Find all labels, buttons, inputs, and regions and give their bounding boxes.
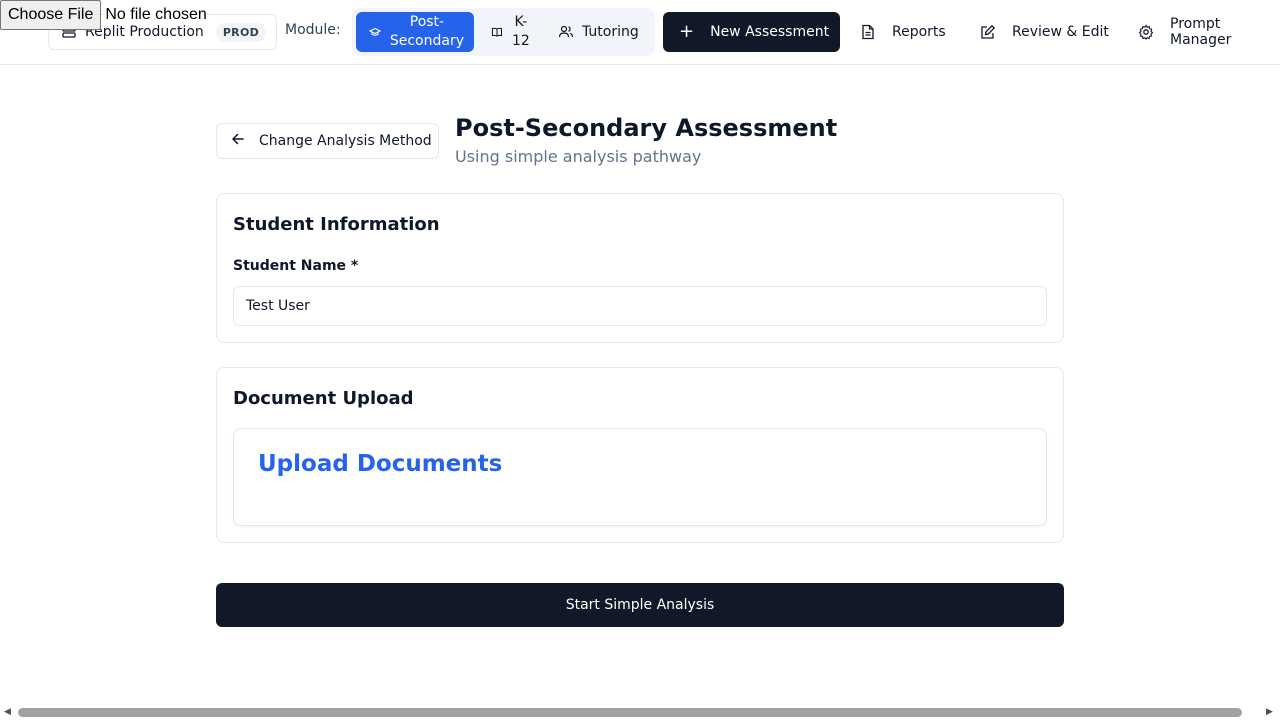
graduation-cap-icon bbox=[368, 25, 382, 39]
nav-review-edit-label: Review & Edit bbox=[1012, 24, 1109, 40]
module-switcher: Post- Secondary K- 12 Tutoring bbox=[352, 8, 655, 56]
choose-file-button[interactable]: Choose File bbox=[0, 0, 102, 30]
scrollbar-thumb[interactable] bbox=[18, 708, 1242, 717]
page-subtitle: Using simple analysis pathway bbox=[455, 147, 702, 166]
module-tab-tutoring-label: Tutoring bbox=[582, 24, 639, 40]
module-tab-post-secondary-text: Post- Secondary bbox=[390, 13, 474, 51]
gear-icon bbox=[1138, 24, 1154, 40]
nav-prompt-manager[interactable]: Prompt Manager bbox=[1138, 12, 1280, 52]
users-icon bbox=[558, 24, 574, 40]
module-tab-label-line2: Secondary bbox=[389, 33, 464, 49]
module-tab-label-line1: K- bbox=[514, 14, 528, 30]
module-tab-tutoring[interactable]: Tutoring bbox=[548, 12, 648, 52]
new-assessment-button[interactable]: + New Assessment bbox=[663, 12, 840, 52]
start-simple-analysis-button[interactable]: Start Simple Analysis bbox=[216, 583, 1064, 627]
new-assessment-label: New Assessment bbox=[710, 24, 830, 40]
nav-reports-label: Reports bbox=[892, 24, 946, 40]
module-tab-post-secondary[interactable]: Post- Secondary bbox=[356, 12, 474, 52]
module-tab-k12[interactable]: K- 12 bbox=[480, 12, 540, 52]
page-title: Post-Secondary Assessment bbox=[455, 114, 838, 142]
plus-icon: + bbox=[679, 21, 695, 42]
upload-dropzone[interactable]: Upload Documents bbox=[233, 428, 1047, 526]
student-information-card: Student Information Student Name * Test … bbox=[216, 193, 1064, 343]
file-input[interactable]: Choose File No file chosen bbox=[0, 0, 207, 30]
edit-icon bbox=[980, 24, 996, 40]
document-upload-title: Document Upload bbox=[233, 388, 414, 409]
file-status-text: No file chosen bbox=[105, 6, 207, 24]
horizontal-scrollbar[interactable]: ◀ ▶ bbox=[0, 704, 1280, 720]
environment-badge: PROD bbox=[215, 22, 267, 42]
module-tab-label-line1: Post- bbox=[409, 14, 445, 30]
arrow-left-icon bbox=[231, 132, 245, 150]
book-icon bbox=[490, 25, 504, 39]
student-name-input[interactable]: Test User bbox=[233, 286, 1047, 326]
nav-reports[interactable]: Reports bbox=[860, 12, 946, 52]
upload-documents-heading: Upload Documents bbox=[258, 451, 503, 477]
file-text-icon bbox=[860, 24, 876, 40]
module-label: Module: bbox=[285, 22, 341, 38]
module-tab-k12-text: K- 12 bbox=[512, 13, 530, 51]
scroll-right-arrow-icon[interactable]: ▶ bbox=[1266, 707, 1273, 717]
document-upload-card: Document Upload Upload Documents bbox=[216, 367, 1064, 543]
nav-review-edit[interactable]: Review & Edit bbox=[980, 12, 1109, 52]
student-name-label: Student Name * bbox=[233, 258, 359, 274]
change-analysis-method-button[interactable]: Change Analysis Method bbox=[216, 123, 439, 159]
change-analysis-method-label: Change Analysis Method bbox=[259, 133, 432, 149]
nav-prompt-manager-label: Prompt Manager bbox=[1170, 16, 1232, 48]
module-tab-label-line2: 12 bbox=[512, 33, 530, 49]
scroll-left-arrow-icon[interactable]: ◀ bbox=[4, 707, 11, 717]
student-information-title: Student Information bbox=[233, 214, 440, 235]
